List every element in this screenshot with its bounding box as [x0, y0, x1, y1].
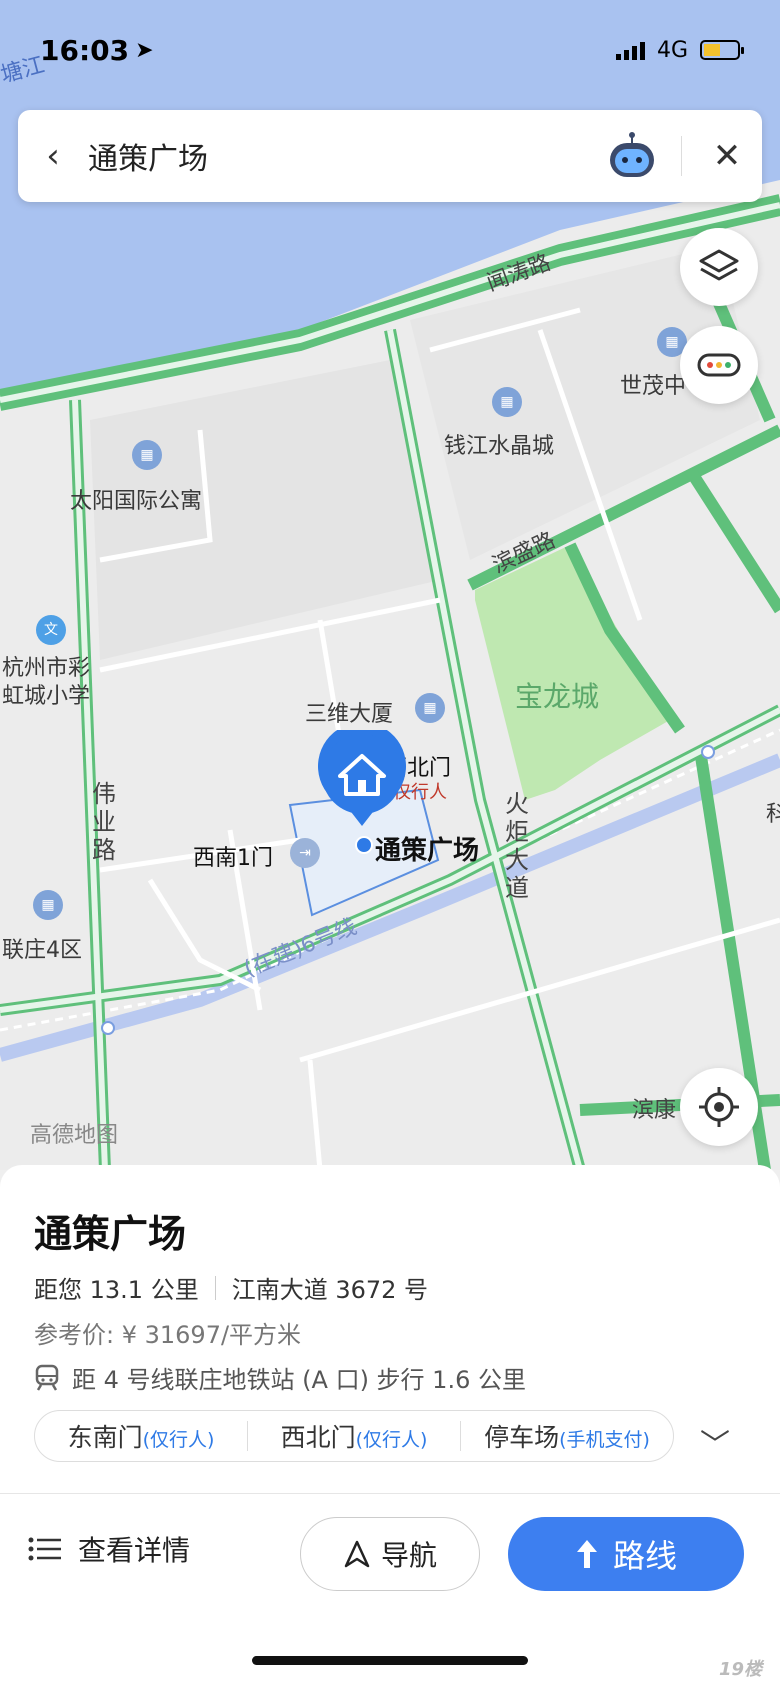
navigate-button[interactable]: 导航 [300, 1517, 480, 1591]
distance-text: 距您 13.1 公里 [34, 1276, 199, 1304]
location-dot [355, 836, 373, 854]
chevron-down-icon[interactable]: ﹀ [700, 1420, 730, 1464]
gate-southeast[interactable]: 东南门(仅行人) [35, 1418, 247, 1454]
amap-logo: 高德地图 [30, 1123, 119, 1148]
gate-name: 西北门 [280, 1423, 356, 1452]
divider [214, 1275, 216, 1300]
home-indicator [252, 1656, 528, 1665]
building-icon: ▦ [492, 387, 522, 417]
signal-icon [615, 40, 645, 60]
navigate-label: 导航 [380, 1539, 437, 1572]
crosshair-icon [699, 1087, 739, 1127]
view-details-label: 查看详情 [78, 1534, 191, 1567]
poi-baolong[interactable]: 宝龙城 [515, 675, 599, 715]
poi-sanwei[interactable]: 三维大厦 [305, 696, 393, 728]
place-detail-panel: 通策广场 距您 13.1 公里 江南大道 3672 号 参考价: ¥ 31697… [0, 1165, 780, 1689]
layers-button[interactable] [680, 228, 758, 306]
poi-school[interactable]: 杭州市彩虹城小学 [2, 655, 110, 711]
route-arrow-icon [576, 1540, 597, 1568]
road-label-huoju: 火炬大道 [505, 790, 529, 902]
poi-selected-label[interactable]: 通策广场 [375, 830, 479, 867]
navigation-arrow-icon [344, 1540, 370, 1568]
poi-taiyang[interactable]: 太阳国际公寓 [70, 483, 202, 515]
status-bar: 16:03 ➤ 4G [40, 30, 744, 70]
address-text[interactable]: 江南大道 3672 号 [232, 1270, 428, 1305]
traffic-light-icon [697, 353, 741, 377]
poi-southwest-gate[interactable]: 西南1门 [193, 840, 273, 872]
route-label: 路线 [612, 1537, 677, 1575]
building-icon: ▦ [33, 890, 63, 920]
selected-place-pin[interactable] [318, 730, 406, 830]
layers-icon [699, 249, 739, 281]
search-query[interactable]: 通策广场 [88, 134, 605, 178]
gate-parking[interactable]: 停车场(手机支付) [461, 1418, 673, 1454]
poi-lianzhuang[interactable]: 联庄4区 [2, 932, 82, 964]
clock: 16:03 [40, 33, 130, 67]
watermark: 19楼 [718, 1659, 762, 1680]
poi-qianjiang[interactable]: 钱江水晶城 [444, 428, 554, 460]
locate-button[interactable] [680, 1068, 758, 1146]
divider [681, 136, 682, 176]
station-dot [101, 1021, 115, 1035]
metro-info: 距 4 号线联庄地铁站 (A 口) 步行 1.6 公里 [34, 1360, 526, 1395]
place-info: 距您 13.1 公里 江南大道 3672 号 [34, 1270, 428, 1305]
building-icon: ▦ [415, 693, 445, 723]
divider [0, 1493, 780, 1494]
road-label-binkang: 滨康 [632, 1098, 677, 1123]
action-bar: 查看详情 导航 路线 [0, 1517, 780, 1595]
assistant-robot-icon[interactable] [605, 129, 659, 183]
gate-icon: ⇥ [290, 838, 320, 868]
view-details-button[interactable]: 查看详情 [28, 1529, 190, 1569]
gate-list: 东南门(仅行人) 西北门(仅行人) 停车场(手机支付) [34, 1410, 674, 1462]
place-title: 通策广场 [34, 1212, 187, 1256]
network-type: 4G [656, 37, 688, 63]
battery-icon [700, 40, 744, 60]
gate-name: 东南门 [67, 1423, 143, 1452]
list-icon [28, 1537, 61, 1561]
back-icon[interactable]: ‹ [18, 136, 88, 176]
subway-icon [35, 1364, 59, 1391]
school-icon: 文 [36, 615, 66, 645]
price-text: 参考价: ¥ 31697/平方米 [34, 1321, 302, 1349]
route-button[interactable]: 路线 [508, 1517, 744, 1591]
gate-note: (仅行人) [355, 1429, 428, 1451]
gate-name: 停车场 [484, 1423, 560, 1452]
poi-shimao[interactable]: 世茂中 [620, 368, 686, 400]
search-bar[interactable]: ‹ 通策广场 ✕ [18, 110, 762, 202]
road-label-weiye: 伟业路 [92, 780, 116, 864]
traffic-button[interactable] [680, 326, 758, 404]
gate-note: (仅行人) [142, 1429, 215, 1451]
metro-text: 距 4 号线联庄地铁站 (A 口) 步行 1.6 公里 [72, 1366, 526, 1394]
station-dot [701, 745, 715, 759]
building-icon: ▦ [132, 440, 162, 470]
gate-northwest[interactable]: 西北门(仅行人) [248, 1418, 460, 1454]
location-arrow-icon: ➤ [135, 37, 154, 63]
gate-note: (手机支付) [559, 1429, 650, 1451]
poi-edge: 科 [766, 802, 780, 827]
close-icon[interactable]: ✕ [692, 136, 762, 176]
